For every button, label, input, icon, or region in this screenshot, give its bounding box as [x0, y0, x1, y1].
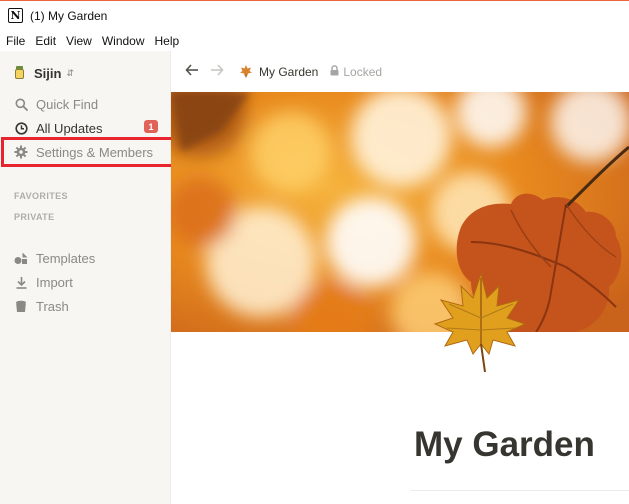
- sidebar-item-label: Trash: [36, 298, 69, 314]
- trash-icon: [14, 299, 28, 313]
- lock-icon: [330, 63, 339, 81]
- page-topbar: My Garden Locked: [171, 51, 629, 93]
- window-title: (1) My Garden: [30, 8, 108, 23]
- sidebar-item-templates[interactable]: Templates: [14, 248, 95, 268]
- search-icon: [14, 97, 28, 111]
- breadcrumb-page-title[interactable]: My Garden: [259, 65, 318, 79]
- title-divider: [411, 490, 629, 491]
- page-cover-image[interactable]: [171, 92, 629, 332]
- locked-indicator[interactable]: Locked: [330, 63, 382, 81]
- menu-bar: File Edit View Window Help: [0, 30, 629, 51]
- lock-label: Locked: [343, 65, 383, 79]
- title-bar: N (1) My Garden: [0, 0, 629, 30]
- maple-leaf-icon[interactable]: [429, 268, 529, 373]
- maple-leaf-icon: [239, 64, 253, 81]
- sidebar-item-quick-find[interactable]: Quick Find: [14, 94, 98, 114]
- sidebar-item-import[interactable]: Import: [14, 272, 73, 292]
- private-section-header: PRIVATE: [14, 212, 55, 222]
- sidebar-item-trash[interactable]: Trash: [14, 296, 69, 316]
- honey-jar-icon: [14, 66, 25, 80]
- workspace-name: Sijin: [34, 65, 62, 81]
- menu-edit[interactable]: Edit: [35, 34, 56, 48]
- menu-view[interactable]: View: [66, 34, 92, 48]
- settings-highlight-box: [1, 137, 174, 167]
- chevron-up-down-icon: ⇵: [66, 67, 74, 78]
- page-title[interactable]: My Garden: [414, 425, 595, 465]
- menu-help[interactable]: Help: [155, 34, 180, 48]
- shapes-icon: [14, 251, 28, 265]
- download-icon: [14, 275, 28, 289]
- workspace-switcher[interactable]: Sijin ⇵: [14, 63, 74, 83]
- sidebar-item-label: All Updates: [36, 120, 103, 136]
- updates-count-badge: 1: [144, 120, 158, 133]
- sidebar-item-label: Templates: [36, 250, 96, 266]
- sidebar-item-label: Quick Find: [36, 96, 99, 112]
- notion-logo-icon: N: [8, 8, 23, 23]
- arrow-right-icon[interactable]: [210, 64, 224, 80]
- sidebar: Sijin ⇵ Quick Find All Updates Settings …: [0, 51, 171, 504]
- sidebar-item-all-updates[interactable]: All Updates: [14, 118, 102, 138]
- menu-window[interactable]: Window: [102, 34, 145, 48]
- favorites-section-header: FAVORITES: [14, 191, 68, 201]
- clock-icon: [14, 121, 28, 135]
- sidebar-item-label: Import: [36, 274, 73, 290]
- menu-file[interactable]: File: [6, 34, 25, 48]
- arrow-left-icon[interactable]: [185, 64, 199, 80]
